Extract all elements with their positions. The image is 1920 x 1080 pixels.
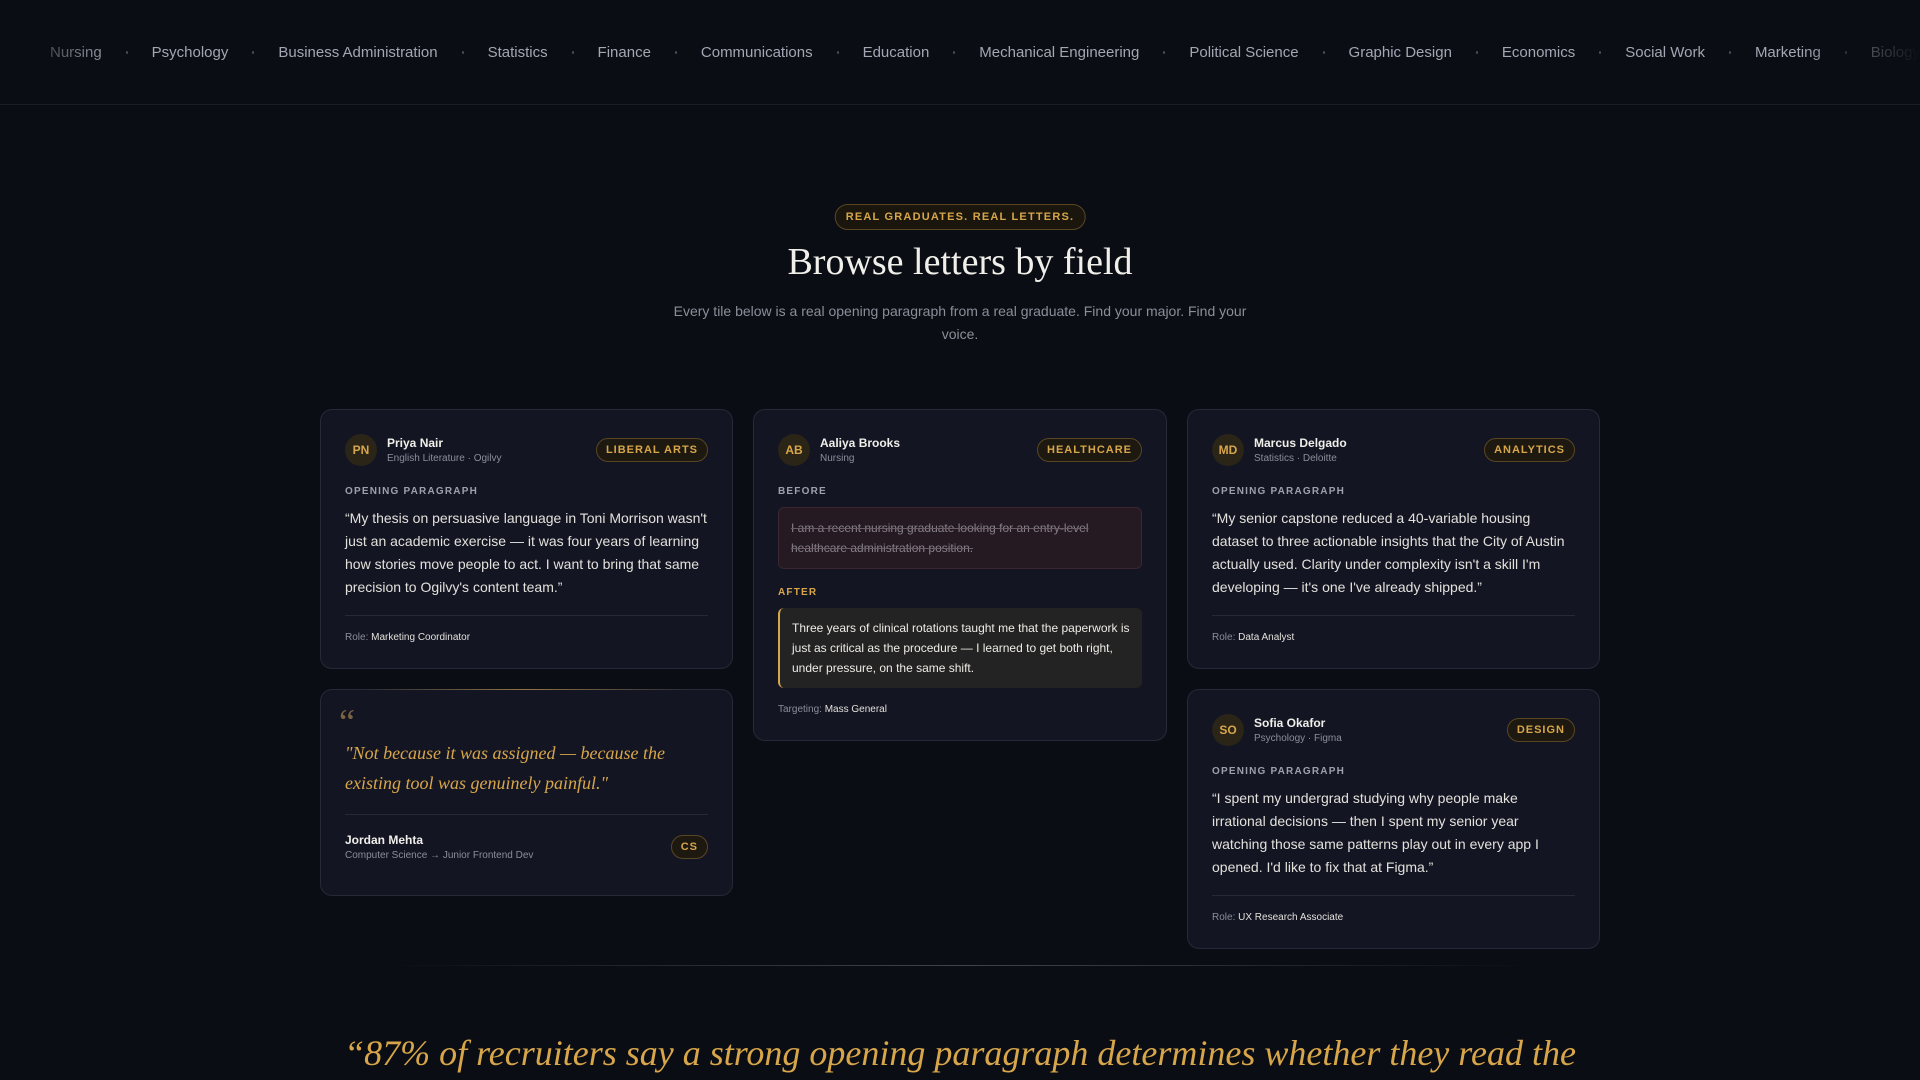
avatar: AB bbox=[778, 434, 810, 466]
field-link-mechanical-engineering[interactable]: Mechanical Engineering bbox=[979, 44, 1139, 61]
meta-value: Marketing Coordinator bbox=[371, 632, 471, 643]
separator-dot bbox=[1163, 50, 1166, 54]
separator-dot bbox=[836, 50, 839, 54]
field-tag: LIBERAL ARTS bbox=[595, 438, 708, 462]
opening-paragraph: “My senior capstone reduced a 40-variabl… bbox=[1212, 510, 1565, 595]
divider bbox=[1212, 895, 1575, 896]
opening-paragraph: “I spent my undergrad studying why peopl… bbox=[1212, 790, 1539, 875]
author-name: Marcus Delgado bbox=[1254, 436, 1347, 450]
role-meta: Role: Marketing Coordinator bbox=[345, 632, 708, 643]
divider bbox=[1212, 615, 1575, 616]
quote-card-jordan[interactable]: “ "Not because it was assigned — because… bbox=[320, 689, 733, 896]
separator-dot bbox=[674, 50, 677, 54]
opening-paragraph: “My thesis on persuasive language in Ton… bbox=[345, 510, 707, 595]
role-meta: Role: UX Research Associate bbox=[1212, 912, 1575, 923]
section-divider bbox=[380, 965, 1540, 966]
separator-dot bbox=[1475, 50, 1478, 54]
meta-key: Role: bbox=[345, 632, 369, 643]
author-subtitle: Statistics · Deloitte bbox=[1254, 453, 1337, 464]
field-link-biology[interactable]: Biology bbox=[1871, 44, 1920, 61]
divider bbox=[345, 814, 708, 815]
field-tag: CS bbox=[670, 835, 708, 859]
fields-nav: Nursing Psychology Business Administrati… bbox=[0, 0, 1920, 105]
field-link-finance[interactable]: Finance bbox=[598, 44, 651, 61]
field-link-nursing[interactable]: Nursing bbox=[50, 44, 102, 61]
avatar: MD bbox=[1212, 434, 1244, 466]
field-link-communications[interactable]: Communications bbox=[701, 44, 813, 61]
field-link-marketing[interactable]: Marketing bbox=[1755, 44, 1821, 61]
separator-dot bbox=[571, 50, 574, 54]
separator-dot bbox=[953, 50, 956, 54]
field-tag: HEALTHCARE bbox=[1037, 438, 1142, 462]
field-link-social-work[interactable]: Social Work bbox=[1625, 44, 1705, 61]
author-info: Marcus Delgado Statistics · Deloitte bbox=[1254, 436, 1484, 464]
field-tag: ANALYTICS bbox=[1484, 438, 1575, 462]
quote-text: "Not because it was assigned — because t… bbox=[345, 743, 666, 793]
section-label: OPENING PARAGRAPH bbox=[1212, 486, 1346, 497]
meta-key: Targeting: bbox=[778, 704, 822, 715]
field-link-political-science[interactable]: Political Science bbox=[1189, 44, 1298, 61]
author-info: Aaliya Brooks Nursing bbox=[820, 436, 1037, 464]
separator-dot bbox=[1599, 50, 1602, 54]
field-link-graphic-design[interactable]: Graphic Design bbox=[1349, 44, 1452, 61]
stat-quote: “87% of recruiters say a strong opening … bbox=[344, 1033, 1576, 1073]
card-header: PN Priya Nair English Literature · Ogilv… bbox=[345, 434, 708, 466]
separator-dot bbox=[1844, 50, 1847, 54]
author-subtitle: Computer Science → Junior Frontend Dev bbox=[345, 850, 534, 861]
field-link-business-administration[interactable]: Business Administration bbox=[278, 44, 437, 61]
eyebrow-badge: REAL GRADUATES. REAL LETTERS. bbox=[834, 204, 1086, 230]
author-name: Sofia Okafor bbox=[1254, 716, 1326, 730]
meta-key: Role: bbox=[1212, 632, 1236, 643]
role-meta: Role: Data Analyst bbox=[1212, 632, 1575, 643]
before-label: BEFORE bbox=[778, 486, 827, 497]
letter-card-marcus[interactable]: MD Marcus Delgado Statistics · Deloitte … bbox=[1187, 409, 1600, 669]
after-paragraph: Three years of clinical rotations taught… bbox=[778, 608, 1142, 688]
card-header: MD Marcus Delgado Statistics · Deloitte … bbox=[1212, 434, 1575, 466]
divider bbox=[345, 615, 708, 616]
author-info: Sofia Okafor Psychology · Figma bbox=[1254, 716, 1507, 744]
meta-value: Mass General bbox=[824, 704, 887, 715]
letter-card-aaliya[interactable]: AB Aaliya Brooks Nursing HEALTHCARE BEFO… bbox=[753, 409, 1167, 741]
author-subtitle: English Literature · Ogilvy bbox=[387, 453, 502, 464]
separator-dot bbox=[461, 50, 464, 54]
separator-dot bbox=[1728, 50, 1731, 54]
author-info: Priya Nair English Literature · Ogilvy bbox=[387, 436, 596, 464]
field-link-statistics[interactable]: Statistics bbox=[488, 44, 548, 61]
targeting-meta: Targeting: Mass General bbox=[778, 704, 1142, 715]
author-info: Jordan Mehta Computer Science → Junior F… bbox=[345, 833, 671, 861]
letter-card-priya[interactable]: PN Priya Nair English Literature · Ogilv… bbox=[320, 409, 733, 669]
letter-card-sofia[interactable]: SO Sofia Okafor Psychology · Figma DESIG… bbox=[1187, 689, 1600, 949]
field-link-psychology[interactable]: Psychology bbox=[152, 44, 229, 61]
separator-dot bbox=[252, 50, 255, 54]
quote-footer: Jordan Mehta Computer Science → Junior F… bbox=[345, 833, 708, 861]
after-label: AFTER bbox=[778, 587, 818, 598]
meta-value: UX Research Associate bbox=[1238, 912, 1344, 923]
quote-mark-icon: “ bbox=[339, 702, 355, 742]
author-subtitle: Psychology · Figma bbox=[1254, 733, 1342, 744]
field-link-economics[interactable]: Economics bbox=[1502, 44, 1575, 61]
author-subtitle: Nursing bbox=[820, 453, 855, 464]
card-top-accent-line bbox=[361, 689, 692, 690]
author-name: Priya Nair bbox=[387, 436, 444, 450]
author-name: Aaliya Brooks bbox=[820, 436, 901, 450]
field-link-education[interactable]: Education bbox=[863, 44, 930, 61]
meta-key: Role: bbox=[1212, 912, 1236, 923]
page-subtitle: Every tile below is a real opening parag… bbox=[673, 303, 1247, 342]
avatar: PN bbox=[345, 434, 377, 466]
section-label: OPENING PARAGRAPH bbox=[345, 486, 479, 497]
avatar: SO bbox=[1212, 714, 1244, 746]
card-header: SO Sofia Okafor Psychology · Figma DESIG… bbox=[1212, 714, 1575, 746]
meta-value: Data Analyst bbox=[1238, 632, 1295, 643]
field-tag: DESIGN bbox=[1506, 718, 1575, 742]
separator-dot bbox=[1322, 50, 1325, 54]
separator-dot bbox=[125, 50, 128, 54]
card-header: AB Aaliya Brooks Nursing HEALTHCARE bbox=[778, 434, 1142, 466]
page-title: Browse letters by field bbox=[787, 241, 1133, 283]
section-label: OPENING PARAGRAPH bbox=[1212, 766, 1346, 777]
before-paragraph: I am a recent nursing graduate looking f… bbox=[778, 507, 1142, 569]
author-name: Jordan Mehta bbox=[345, 833, 424, 847]
